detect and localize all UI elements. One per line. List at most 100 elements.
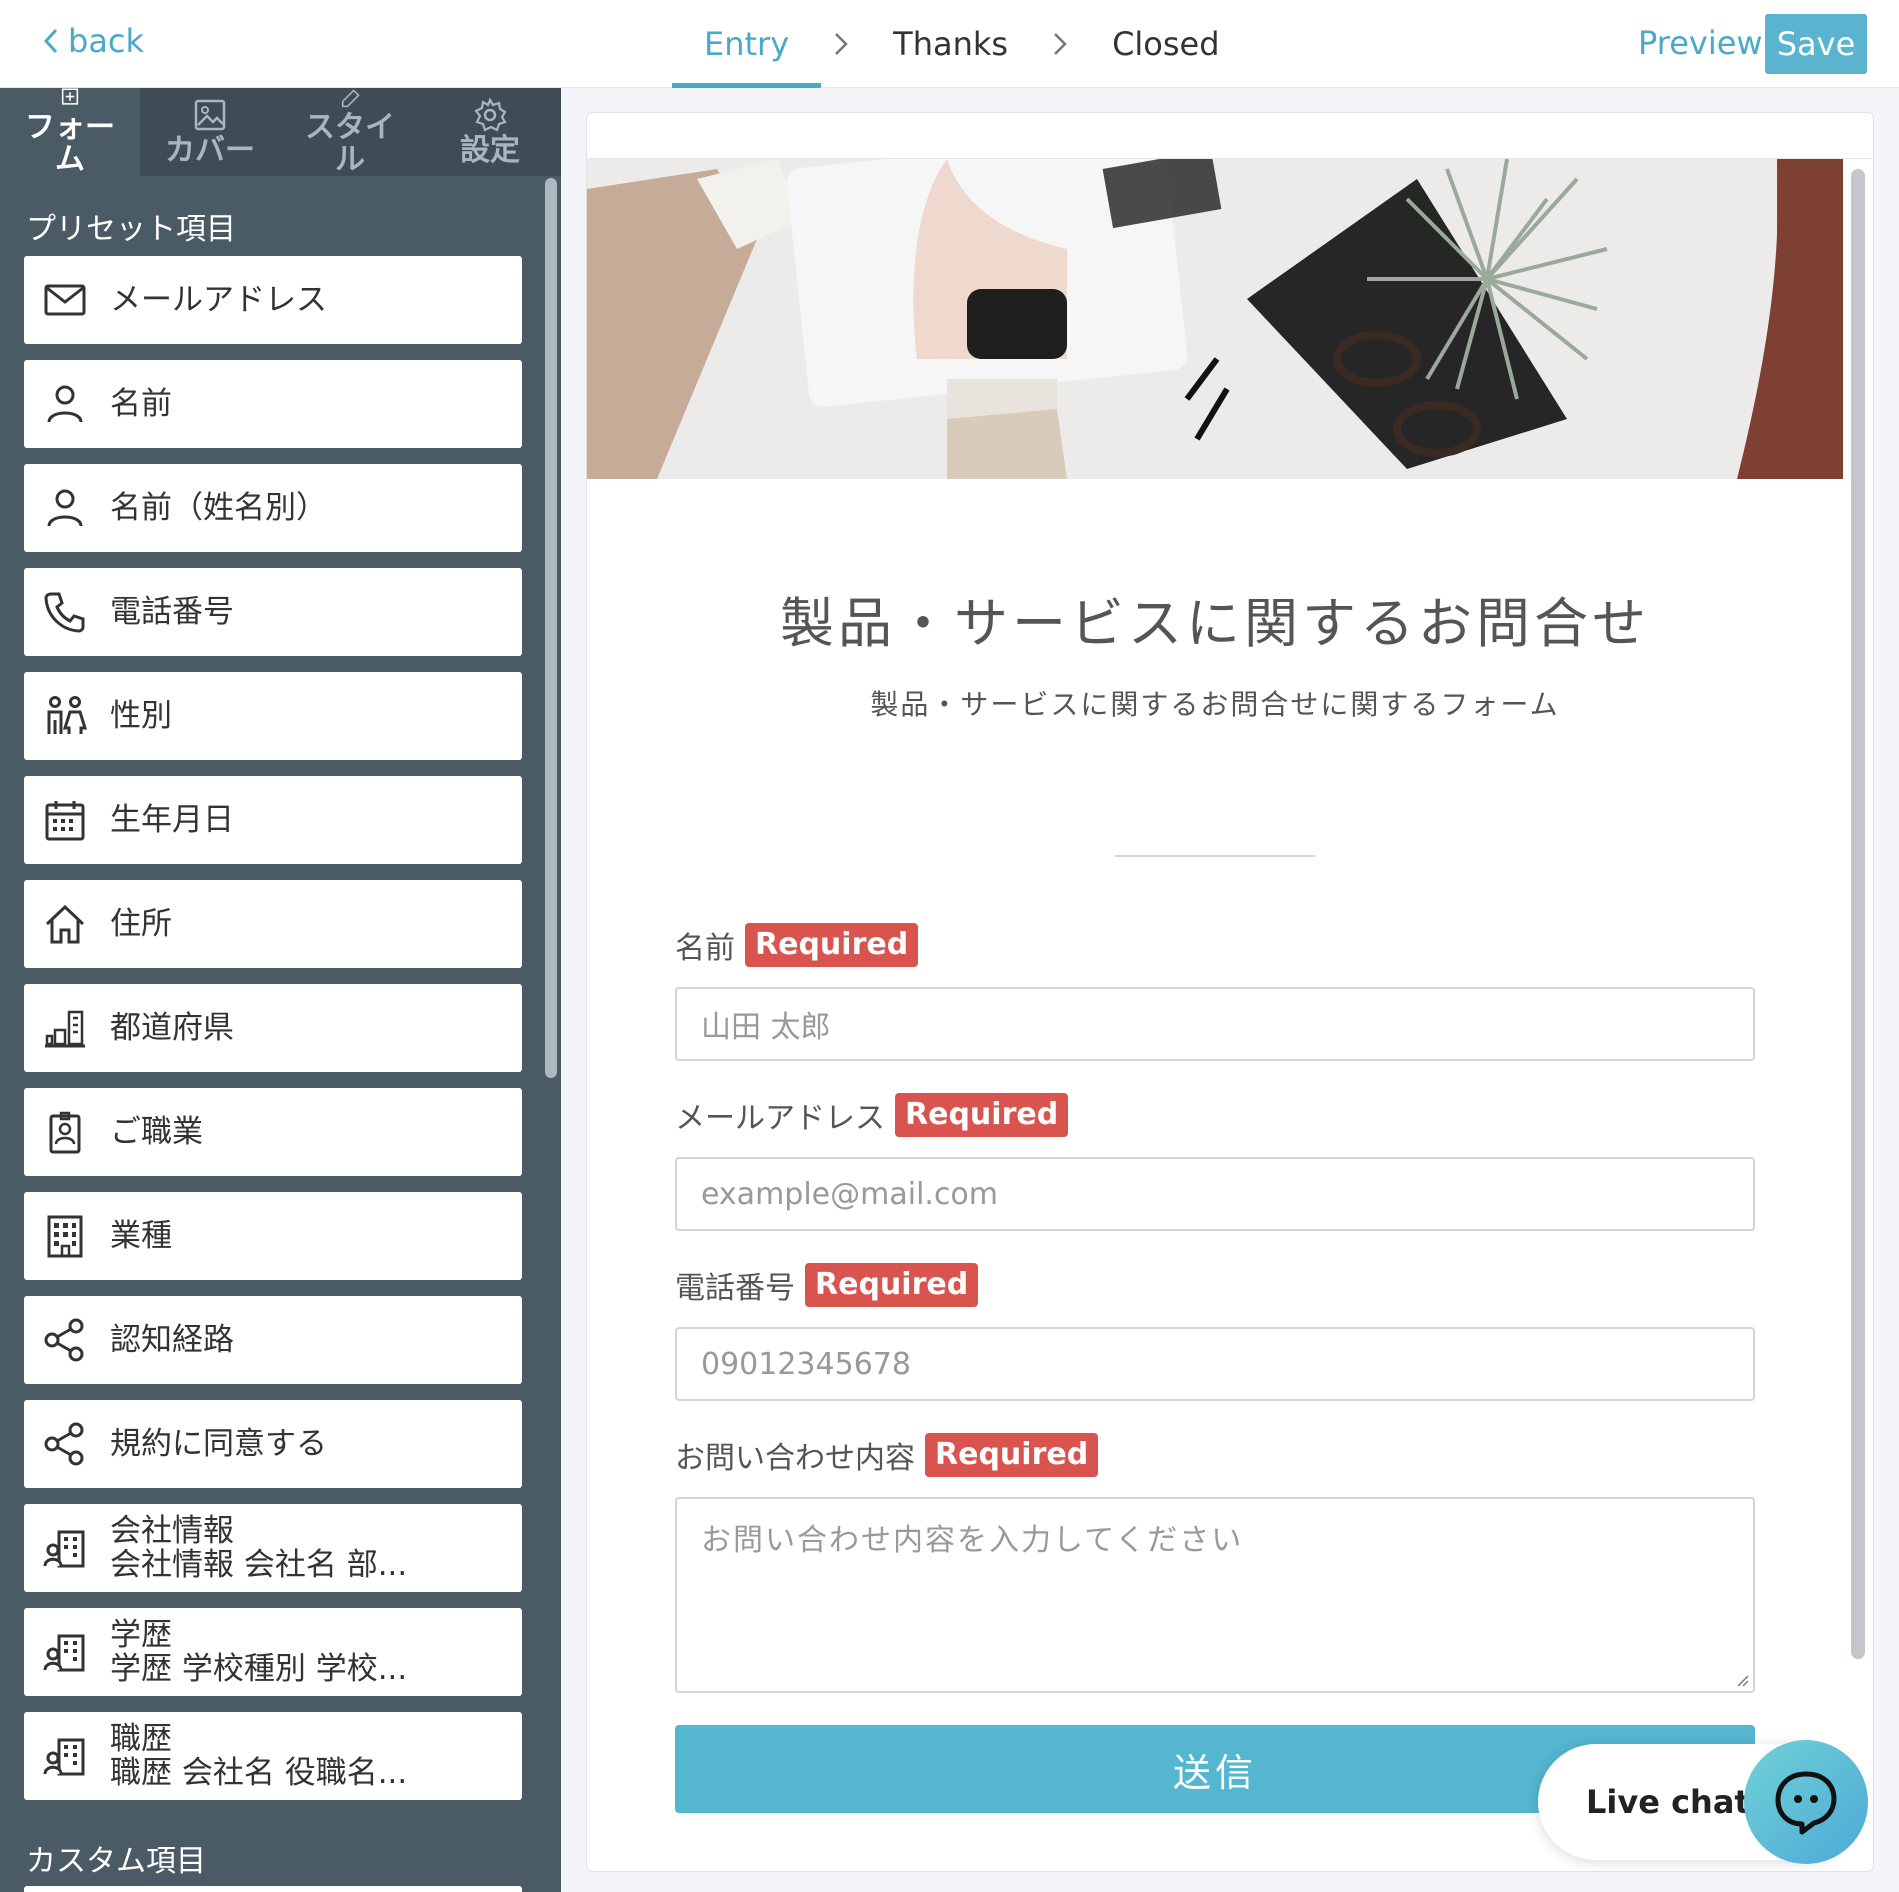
image-icon	[194, 99, 226, 131]
tab-form-label: フォーム	[25, 110, 115, 176]
field-label-inquiry: お問い合わせ内容 Required	[675, 1433, 1099, 1477]
field-label-text: 電話番号	[675, 1271, 795, 1306]
preset-label: 認知経路	[110, 1323, 234, 1357]
gender-icon	[42, 693, 88, 739]
preset-label: 職歴	[110, 1722, 172, 1756]
preset-label: 住所	[110, 907, 172, 941]
required-badge: Required	[805, 1263, 979, 1307]
share-icon	[42, 1421, 88, 1467]
preview-top-strip	[587, 113, 1873, 159]
required-badge: Required	[925, 1433, 1099, 1477]
mail-icon	[42, 277, 88, 323]
step-nav: Entry Thanks Closed	[672, 0, 1252, 88]
tab-style[interactable]: スタイル	[280, 88, 420, 176]
field-label-phone: 電話番号 Required	[675, 1263, 979, 1307]
tab-form[interactable]: フォーム	[0, 88, 140, 176]
step-thanks[interactable]: Thanks	[861, 0, 1040, 88]
chevron-right-icon	[1040, 0, 1080, 88]
share-icon	[42, 1317, 88, 1363]
sidebar-scrollbar[interactable]	[545, 178, 557, 1078]
preset-company[interactable]: 会社情報 会社情報 会社名 部...	[24, 1504, 522, 1592]
preset-label: 名前	[110, 387, 172, 421]
plus-square-icon	[61, 88, 79, 105]
cover-image[interactable]	[587, 159, 1843, 479]
live-chat-label: Live chat	[1586, 1783, 1750, 1821]
custom-heading: カスタム項目	[26, 1844, 206, 1879]
step-entry[interactable]: Entry	[672, 0, 822, 88]
tab-style-label: スタイル	[305, 110, 395, 176]
chevron-left-icon	[43, 28, 58, 54]
person-icon	[42, 485, 88, 531]
preset-label: 学歴	[110, 1618, 172, 1652]
preset-label: メールアドレス	[110, 283, 327, 317]
required-badge: Required	[745, 923, 919, 967]
tab-settings[interactable]: 設定	[420, 88, 560, 176]
badge-icon	[42, 1109, 88, 1155]
tab-settings-label: 設定	[460, 133, 520, 168]
preset-sublabel: 学歴 学校種別 学校...	[110, 1652, 408, 1686]
preset-name-split[interactable]: 名前（姓名別）	[24, 464, 522, 552]
form-subtitle: 製品・サービスに関するお問合せに関するフォーム	[870, 688, 1560, 721]
textarea-placeholder: お問い合わせ内容を入力してください	[701, 1523, 1244, 1558]
preset-sublabel: 職歴 会社名 役職名...	[110, 1756, 408, 1790]
company-person-icon	[42, 1629, 88, 1675]
field-label-name: 名前 Required	[675, 923, 919, 967]
divider	[1115, 855, 1315, 857]
office-icon	[42, 1213, 88, 1259]
sidebar-tabs: フォーム カバー スタイル 設定	[0, 88, 561, 176]
preset-sublabel: 会社情報 会社名 部...	[110, 1548, 408, 1582]
preset-heading: プリセット項目	[26, 212, 236, 247]
field-label-text: 名前	[675, 931, 735, 966]
pen-icon	[341, 89, 360, 108]
live-chat-button[interactable]	[1744, 1740, 1868, 1864]
cover-photo	[587, 159, 1843, 479]
gear-icon	[474, 97, 507, 132]
preset-education[interactable]: 学歴 学歴 学校種別 学校...	[24, 1608, 522, 1696]
field-label-text: お問い合わせ内容	[675, 1441, 915, 1476]
sidebar: フォーム カバー スタイル 設定 プリセット項目 メールアドレス 名前 名前（姓…	[0, 88, 561, 1892]
inquiry-textarea[interactable]: お問い合わせ内容を入力してください	[675, 1497, 1755, 1693]
preset-label: 会社情報	[110, 1514, 234, 1548]
preset-phone[interactable]: 電話番号	[24, 568, 522, 656]
calendar-icon	[42, 797, 88, 843]
name-input[interactable]: 山田 太郎	[675, 987, 1755, 1061]
preset-label: 名前（姓名別）	[110, 491, 327, 525]
resize-handle-icon[interactable]	[1733, 1671, 1749, 1687]
chevron-right-icon	[821, 0, 861, 88]
preview-link[interactable]: Preview	[1638, 24, 1763, 62]
preset-label: 規約に同意する	[110, 1427, 327, 1461]
preset-occupation[interactable]: ご職業	[24, 1088, 522, 1176]
company-person-icon	[42, 1733, 88, 1779]
back-link[interactable]: back	[40, 22, 144, 60]
person-icon	[42, 381, 88, 427]
buildings-icon	[42, 1005, 88, 1051]
preset-industry[interactable]: 業種	[24, 1192, 522, 1280]
preset-label: 業種	[110, 1219, 172, 1253]
preview-scrollbar[interactable]	[1851, 169, 1865, 1659]
preset-address[interactable]: 住所	[24, 880, 522, 968]
field-label-text: メールアドレス	[675, 1101, 885, 1136]
phone-input[interactable]: 09012345678	[675, 1327, 1755, 1401]
home-icon	[42, 901, 88, 947]
preset-career[interactable]: 職歴 職歴 会社名 役職名...	[24, 1712, 522, 1800]
preset-prefecture[interactable]: 都道府県	[24, 984, 522, 1072]
required-badge: Required	[895, 1093, 1069, 1137]
step-closed[interactable]: Closed	[1080, 0, 1251, 88]
company-person-icon	[42, 1525, 88, 1571]
preset-name[interactable]: 名前	[24, 360, 522, 448]
form-preview: 製品・サービスに関するお問合せ 製品・サービスに関するお問合せに関するフォーム …	[586, 112, 1874, 1872]
tab-cover[interactable]: カバー	[140, 88, 280, 176]
preset-email[interactable]: メールアドレス	[24, 256, 522, 344]
preset-label: ご職業	[110, 1115, 203, 1149]
form-title: 製品・サービスに関するお問合せ	[780, 592, 1650, 655]
custom-item[interactable]	[24, 1886, 522, 1892]
save-button[interactable]: Save	[1765, 14, 1867, 74]
tab-cover-label: カバー	[165, 133, 255, 168]
preset-terms[interactable]: 規約に同意する	[24, 1400, 522, 1488]
email-input[interactable]: example@mail.com	[675, 1157, 1755, 1231]
preset-gender[interactable]: 性別	[24, 672, 522, 760]
preset-birthday[interactable]: 生年月日	[24, 776, 522, 864]
preset-label: 性別	[110, 699, 172, 733]
preset-source[interactable]: 認知経路	[24, 1296, 522, 1384]
back-label: back	[68, 22, 145, 60]
